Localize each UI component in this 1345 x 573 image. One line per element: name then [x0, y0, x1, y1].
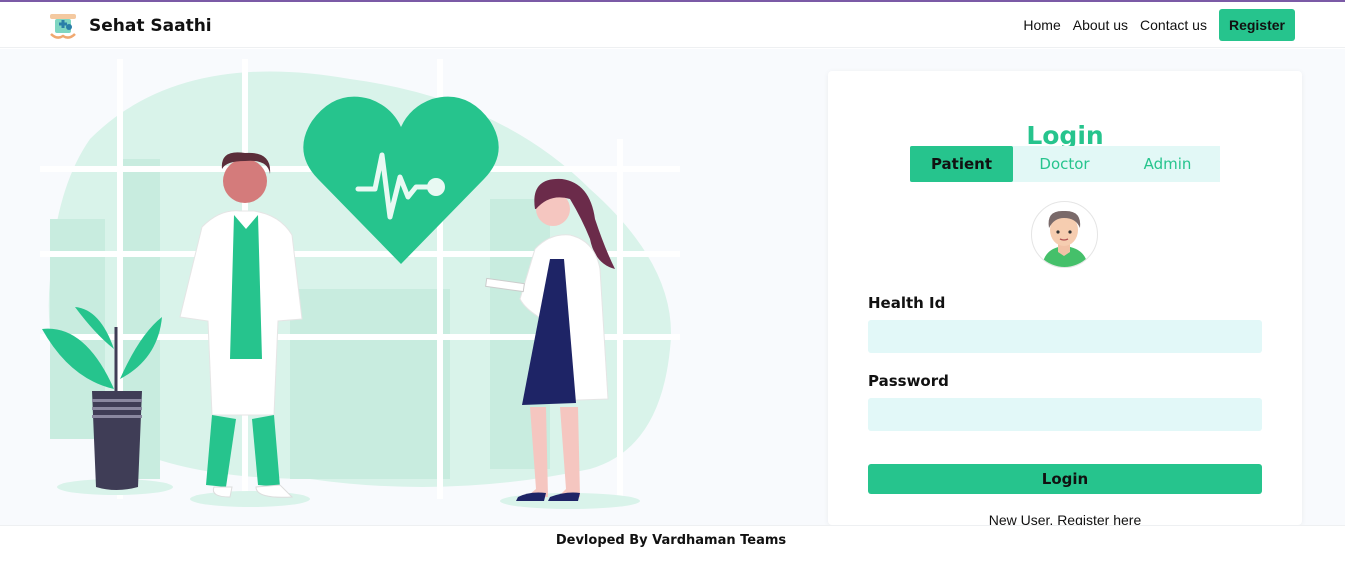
navbar: Sehat Saathi Home About us Contact us Re… [0, 2, 1345, 48]
patient-avatar-icon [1031, 201, 1098, 268]
nav-links: Home About us Contact us Register [1023, 9, 1295, 41]
tab-admin[interactable]: Admin [1116, 146, 1219, 182]
healthcare-logo-icon [50, 14, 76, 39]
health-id-label: Health Id [868, 294, 946, 312]
role-tabs: Patient Doctor Admin [910, 146, 1220, 182]
footer: Devloped By Vardhaman Teams [0, 525, 1345, 573]
tab-patient[interactable]: Patient [910, 146, 1013, 182]
password-input[interactable] [868, 398, 1262, 431]
footer-credit: Devloped By Vardhaman Teams [555, 533, 787, 548]
login-card: Login Patient Doctor Admin Health Id Pas… [828, 71, 1302, 528]
nav-contact-link[interactable]: Contact us [1140, 17, 1207, 33]
login-submit-button[interactable]: Login [868, 464, 1262, 494]
main-content: Login Patient Doctor Admin Health Id Pas… [0, 49, 1345, 528]
doctors-heartbeat-illustration [40, 59, 680, 509]
password-label: Password [868, 372, 949, 390]
nav-home-link[interactable]: Home [1023, 17, 1060, 33]
brand[interactable]: Sehat Saathi [47, 10, 212, 42]
nav-about-link[interactable]: About us [1073, 17, 1128, 33]
brand-name: Sehat Saathi [89, 16, 212, 36]
health-id-input[interactable] [868, 320, 1262, 353]
nav-register-button[interactable]: Register [1218, 9, 1295, 41]
tab-doctor[interactable]: Doctor [1013, 146, 1116, 182]
